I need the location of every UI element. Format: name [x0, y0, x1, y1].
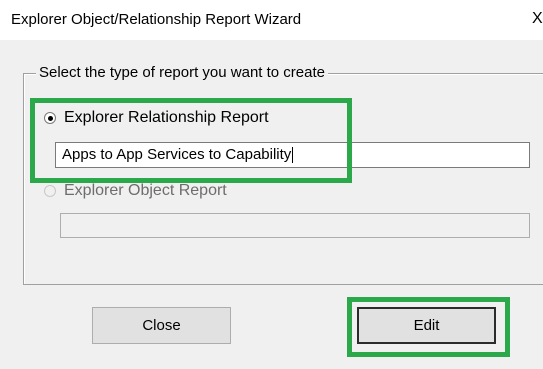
close-button[interactable]: Close — [92, 307, 231, 344]
report-type-group — [23, 73, 543, 285]
window-title: Explorer Object/Relationship Report Wiza… — [11, 11, 302, 28]
relationship-report-label: Explorer Relationship Report — [64, 109, 269, 126]
report-type-group-legend: Select the type of report you want to cr… — [36, 64, 328, 81]
object-report-label: Explorer Object Report — [64, 182, 227, 199]
wizard-window: Explorer Object/Relationship Report Wiza… — [0, 0, 543, 369]
radio-checked-icon[interactable] — [44, 112, 56, 124]
edit-button[interactable]: Edit — [357, 307, 496, 344]
relationship-report-field[interactable]: Apps to App Services to Capability — [55, 142, 530, 168]
relationship-report-value: Apps to App Services to Capability — [62, 146, 292, 163]
object-report-field[interactable] — [60, 213, 530, 238]
close-icon[interactable]: X — [532, 9, 543, 29]
relationship-report-radio[interactable]: Explorer Relationship Report — [44, 109, 269, 127]
dialog-body: Select the type of report you want to cr… — [0, 40, 543, 369]
text-caret — [292, 147, 294, 164]
object-report-radio[interactable]: Explorer Object Report — [44, 182, 227, 200]
title-bar: Explorer Object/Relationship Report Wiza… — [0, 0, 543, 40]
radio-unchecked-icon[interactable] — [44, 185, 56, 197]
